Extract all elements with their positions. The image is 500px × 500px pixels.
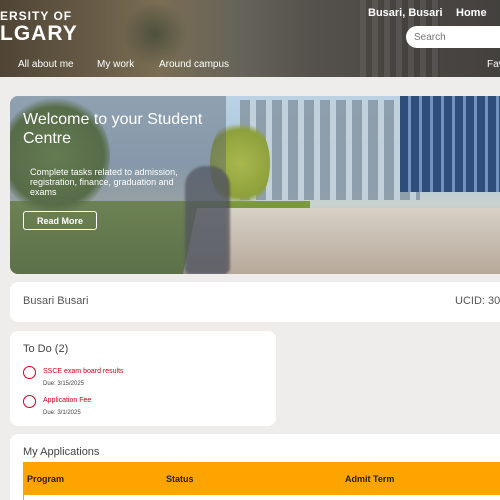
student-name: Busari Busari — [23, 295, 89, 307]
banner-title: Welcome to your Student Centre — [23, 111, 203, 147]
logo-line-1: ERSITY OF — [0, 9, 73, 23]
banner-plaza-image — [182, 208, 500, 274]
university-logo[interactable]: ERSITY OF LGARY — [0, 10, 78, 44]
applications-table-header: Program Status Admit Term — [23, 462, 500, 495]
column-header-status: Status — [166, 474, 194, 484]
nav-favorites[interactable]: Fav — [487, 59, 500, 70]
todo-card: To Do (2) SSCE exam board results Due: 3… — [10, 331, 276, 426]
todo-item-label[interactable]: SSCE exam board results — [43, 368, 124, 375]
profile-bar: Busari Busari UCID: 30 — [10, 282, 500, 322]
nav-around-campus[interactable]: Around campus — [159, 59, 229, 70]
banner-description: Complete tasks related to admission, reg… — [30, 167, 178, 197]
nav-my-work[interactable]: My work — [97, 59, 134, 70]
todo-item-label[interactable]: Application Fee — [43, 397, 91, 404]
applications-card: My Applications Program Status Admit Ter… — [10, 434, 500, 500]
todo-title: To Do (2) — [23, 343, 69, 355]
todo-item-due-date: Due: 3/1/2025 — [43, 410, 81, 416]
welcome-banner: Welcome to your Student Centre Complete … — [10, 96, 500, 274]
todo-item-due-date: Due: 3/15/2025 — [43, 381, 85, 387]
column-header-admit-term: Admit Term — [345, 474, 395, 484]
user-name-link[interactable]: Busari, Busari — [368, 7, 443, 19]
banner-glass-building-image — [400, 96, 500, 192]
read-more-button[interactable]: Read More — [23, 211, 97, 230]
circle-icon — [23, 395, 36, 408]
nav-all-about-me[interactable]: All about me — [18, 59, 74, 70]
circle-icon — [23, 366, 36, 379]
logo-line-2: LGARY — [0, 22, 78, 45]
search-input[interactable] — [406, 26, 500, 48]
site-header: ERSITY OF LGARY Busari, Busari Home All … — [0, 0, 500, 77]
student-ucid: UCID: 30 — [455, 295, 500, 307]
table-row — [23, 495, 500, 500]
applications-title: My Applications — [23, 446, 100, 458]
column-header-program: Program — [27, 474, 65, 484]
home-link[interactable]: Home — [456, 7, 487, 19]
